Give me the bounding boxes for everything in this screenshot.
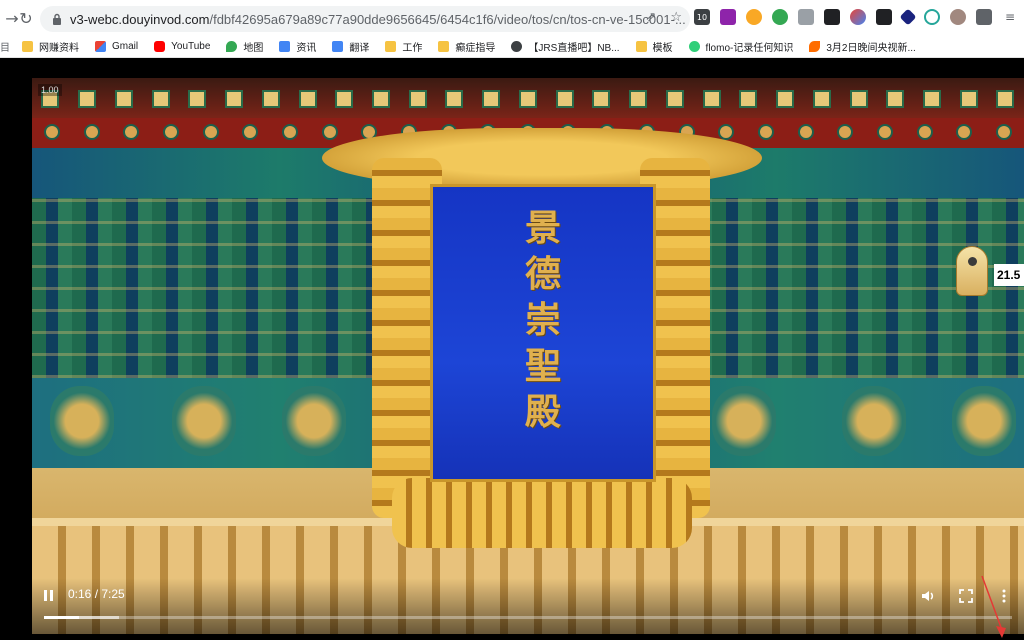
plaque-char: 聖 xyxy=(524,345,561,387)
globe-icon xyxy=(511,41,523,52)
plaque-char: 景 xyxy=(524,207,561,249)
progress-bar[interactable] xyxy=(44,616,1012,619)
bookmark-item[interactable]: 【JRS直播吧】NB... xyxy=(511,39,620,54)
bookmark-label: 地图 xyxy=(243,43,264,54)
extension-dark-icon[interactable] xyxy=(824,9,840,25)
bookmark-item[interactable]: 模板 xyxy=(635,39,673,54)
bookmark-label: 翻译 xyxy=(349,43,370,54)
annotation-arrow xyxy=(981,575,1006,638)
bookmark-item[interactable]: 3月2日晚间央视新... xyxy=(809,39,916,54)
maps-icon xyxy=(226,41,238,52)
bookmark-label: Gmail xyxy=(112,41,139,52)
bookmark-item[interactable]: 地图 xyxy=(226,39,263,54)
corner-watermark: 1.00 xyxy=(38,84,62,96)
time-display: 0:16 / 7:25 xyxy=(68,587,125,601)
extension-black-icon[interactable] xyxy=(876,9,892,25)
bookmark-item[interactable]: flomo-记录任何知识 xyxy=(688,39,794,54)
gmail-icon xyxy=(95,41,106,52)
extension-badge-icon[interactable]: 10 xyxy=(694,9,710,25)
bookmark-item[interactable]: 癫症指导 xyxy=(438,39,495,54)
dragon-medallion xyxy=(50,386,114,456)
youtube-icon xyxy=(154,41,166,52)
plaque-char: 德 xyxy=(524,253,561,295)
extension-sun-icon[interactable] xyxy=(746,9,762,25)
folder-icon xyxy=(22,41,33,52)
dragon-medallion xyxy=(172,386,236,456)
pause-button[interactable] xyxy=(44,590,58,604)
bookmark-item[interactable]: 翻译 xyxy=(332,39,369,54)
share-icon[interactable]: ⇗ xyxy=(645,10,656,25)
plaque: 景 德 崇 聖 殿 xyxy=(322,128,762,548)
plaque-inscription: 景 德 崇 聖 殿 xyxy=(433,205,653,435)
bookmark-label: 资讯 xyxy=(296,43,317,54)
rocket-icon xyxy=(956,246,988,296)
feather-icon xyxy=(809,41,821,52)
extension-chat-icon[interactable] xyxy=(924,9,940,25)
extensions-bar: 10 ≡ xyxy=(694,8,1018,26)
ornament-row xyxy=(32,90,1024,110)
bookmark-item[interactable]: 工作 xyxy=(385,39,422,54)
bookmark-item[interactable]: YouTube xyxy=(154,41,210,52)
speed-tag: 21.5 xyxy=(994,264,1024,286)
dragon-medallion xyxy=(842,386,906,456)
extension-bear-icon[interactable] xyxy=(950,9,966,25)
address-bar[interactable]: v3-webc.douyinvod.com/fdbf42695a679a89c7… xyxy=(40,6,690,32)
folder-icon xyxy=(438,41,450,52)
extension-purple-icon[interactable] xyxy=(720,9,736,25)
bookmark-item[interactable]: 资讯 xyxy=(279,39,316,54)
bookmark-label: YouTube xyxy=(171,41,211,52)
bookmark-label: flomo-记录任何知识 xyxy=(705,43,794,54)
pause-bar xyxy=(44,590,47,601)
extension-badge-text: 10 xyxy=(696,12,708,22)
translate-icon xyxy=(332,41,344,52)
bookmark-item[interactable]: 网赚资料 xyxy=(22,39,79,54)
folder-icon xyxy=(635,41,647,52)
bookmark-label: 模板 xyxy=(652,43,673,54)
folder-icon xyxy=(385,41,397,52)
bookmark-star-icon[interactable]: ☆ xyxy=(670,10,682,25)
volume-icon[interactable] xyxy=(920,588,936,604)
floating-speed-widget[interactable]: 21.5 xyxy=(956,246,1024,296)
bookmark-label: 【JRS直播吧】NB... xyxy=(528,43,620,54)
reload-icon[interactable]: ↻ xyxy=(14,6,38,30)
fullscreen-icon[interactable] xyxy=(958,588,974,604)
dragon-medallion xyxy=(952,386,1016,456)
plaque-char: 殿 xyxy=(524,391,561,433)
url-text: v3-webc.douyinvod.com/fdbf42695a679a89c7… xyxy=(70,12,686,27)
bookmark-item[interactable]: Gmail xyxy=(95,41,138,52)
bookmark-label: 工作 xyxy=(402,43,423,54)
plaque-char: 崇 xyxy=(524,299,561,341)
pause-bar xyxy=(50,590,53,601)
browser-toolbar: → ↻ v3-webc.douyinvod.com/fdbf42695a679a… xyxy=(0,0,1024,36)
url-path: /fdbf42695a679a89c77a90dde9656645/6454c1… xyxy=(209,11,686,27)
progress-played xyxy=(44,616,79,619)
url-host: v3-webc.douyinvod.com xyxy=(70,11,210,27)
extension-green-icon[interactable] xyxy=(772,9,788,25)
bookmark-label: 3月2日晚间央视新... xyxy=(826,43,916,54)
news-icon xyxy=(279,41,291,52)
bookmarks-overflow-icon[interactable]: 目 xyxy=(0,39,10,54)
extension-gradient-icon[interactable] xyxy=(850,9,866,25)
plaque-board: 景 德 崇 聖 殿 xyxy=(430,184,656,482)
video-frame[interactable]: 景 德 崇 聖 殿 1.00 xyxy=(32,78,1024,634)
extension-blue-hex-icon[interactable] xyxy=(899,8,917,26)
bookmarks-bar: 目 网赚资料 Gmail YouTube 地图 资讯 翻译 工作 癫症指导 【J… xyxy=(0,36,1024,58)
bookmark-label: 网赚资料 xyxy=(39,43,79,54)
extensions-puzzle-icon[interactable] xyxy=(976,9,992,25)
video-viewport: 景 德 崇 聖 殿 1.00 21.5 0:16 / 7:25 xyxy=(0,58,1024,638)
bookmark-label: 癫症指导 xyxy=(455,43,496,54)
extension-gray-icon[interactable] xyxy=(798,9,814,25)
lock-icon xyxy=(53,13,61,25)
flomo-icon xyxy=(688,41,700,52)
reading-list-icon[interactable]: ≡ xyxy=(1002,9,1018,25)
plaque-base xyxy=(392,478,692,548)
player-controls: 0:16 / 7:25 xyxy=(32,578,1024,634)
